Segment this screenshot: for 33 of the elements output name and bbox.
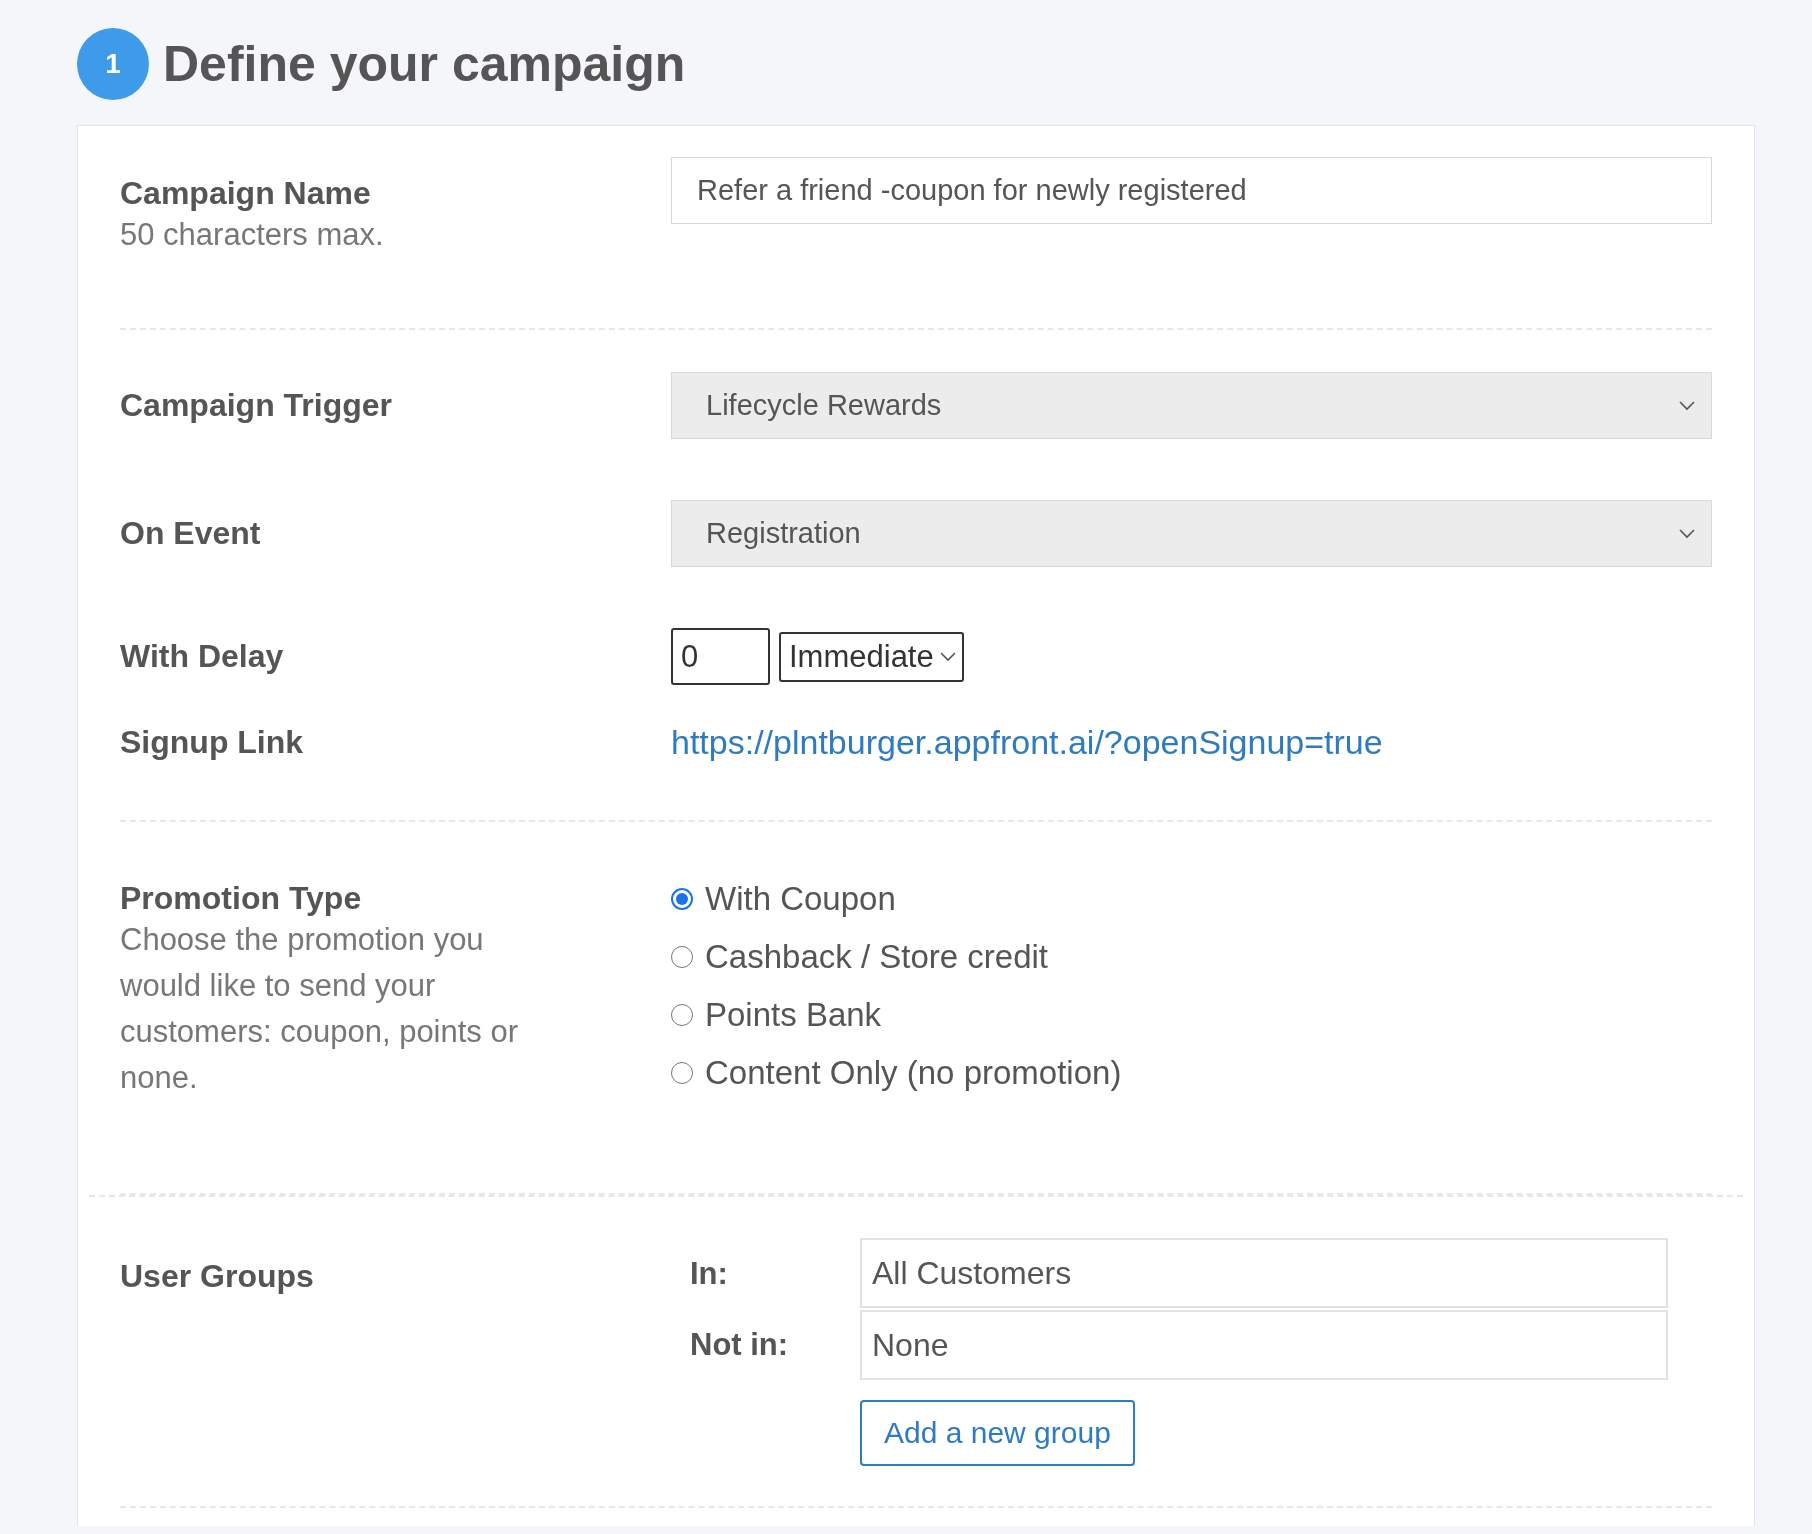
delay-unit-dropdown[interactable]: Immediate — [779, 631, 964, 682]
field-label: Signup Link — [120, 724, 305, 761]
field-label: Promotion Type — [120, 880, 363, 917]
radio-button[interactable] — [671, 888, 693, 910]
step-number: 1 — [77, 28, 149, 100]
field-label: Campaign Name — [120, 174, 372, 212]
signup-link[interactable]: https://plntburger.appfront.ai/?openSignup=true — [671, 723, 1383, 761]
campaign-trigger-dropdown[interactable]: Lifecycle Rewards — [671, 372, 1712, 439]
field-label: On Event — [120, 515, 262, 552]
campaign-name-field[interactable]: Refer a friend -coupon for newly registered — [671, 157, 1712, 224]
chevron-down-icon — [1679, 528, 1695, 539]
add-group-button[interactable]: Add a new group — [860, 1400, 1135, 1466]
field-hint: 50 characters max. — [120, 216, 385, 254]
delay-amount-field[interactable]: 0 — [671, 628, 770, 685]
in-groups-field[interactable]: All Customers — [860, 1238, 1668, 1308]
promotion-radio-option[interactable]: Points Bank — [671, 996, 1712, 1034]
chevron-down-icon — [939, 651, 956, 662]
section-title: Define your campaign — [163, 35, 686, 93]
on-event-dropdown[interactable]: Registration — [671, 500, 1712, 567]
promotion-radio-option[interactable]: Content Only (no promotion) — [671, 1054, 1712, 1092]
radio-button[interactable] — [671, 1004, 693, 1026]
radio-button[interactable] — [671, 946, 693, 968]
field-label: User Groups — [120, 1257, 315, 1296]
chevron-down-icon — [1679, 400, 1695, 411]
radio-button[interactable] — [671, 1062, 693, 1084]
field-hint: Choose the promotion you would like to send your customers: coupon, points or none. — [120, 921, 520, 1097]
in-label: In: — [690, 1254, 729, 1293]
field-label: With Delay — [120, 638, 285, 675]
not-in-groups-field[interactable]: None — [860, 1310, 1668, 1380]
promotion-radio-option[interactable]: Cashback / Store credit — [671, 938, 1712, 976]
promotion-radio-option[interactable]: With Coupon — [671, 880, 1712, 918]
field-label: Campaign Trigger — [120, 387, 394, 424]
not-in-label: Not in: — [690, 1325, 790, 1364]
